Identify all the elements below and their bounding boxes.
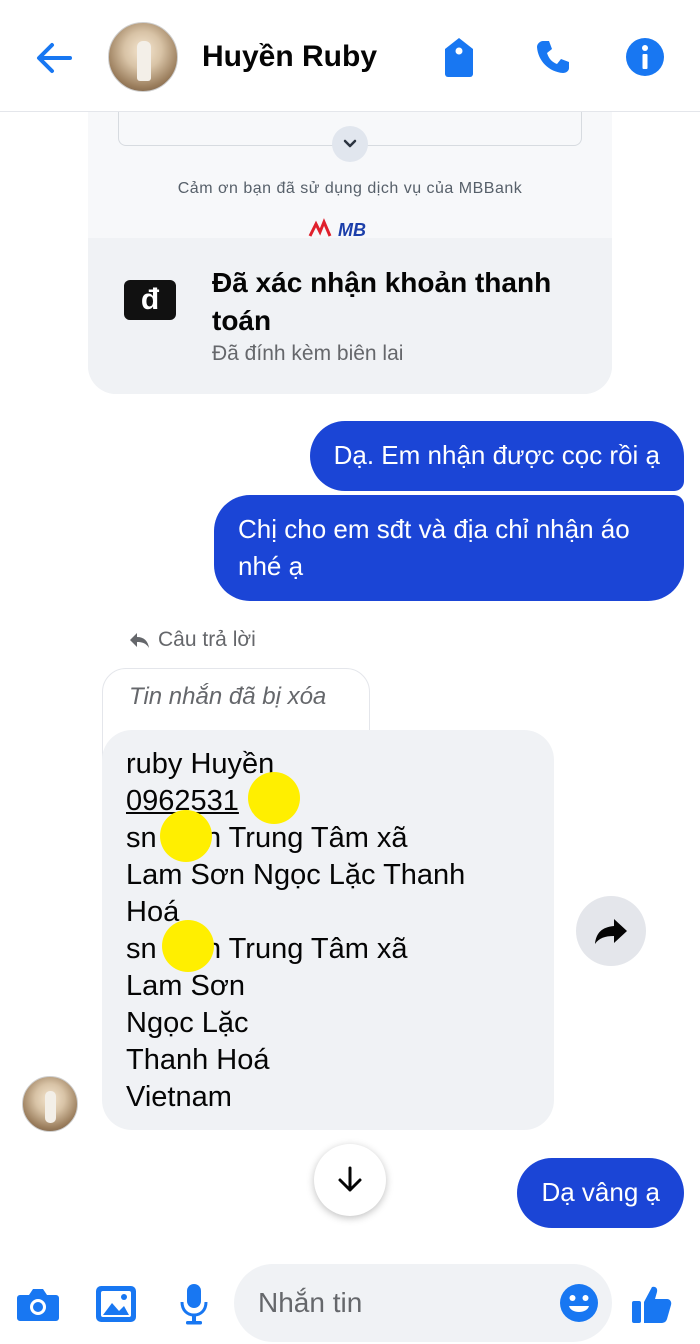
chat-screen: Cảm ơn bạn đã sử dụng dịch vụ của MBBank… — [0, 0, 700, 1344]
emoji-icon — [560, 1284, 598, 1322]
message-line: ruby Huyền — [126, 748, 275, 780]
phone-icon — [537, 41, 569, 73]
tag-button[interactable] — [438, 34, 480, 80]
message-line: Ngọc Lặc — [126, 1007, 249, 1039]
incoming-address-message[interactable]: ruby Huyền 0962531 sn thôn Trung Tâm xã … — [102, 730, 554, 1130]
tag-icon — [445, 38, 473, 77]
forward-icon — [595, 919, 627, 944]
scroll-to-bottom-button[interactable] — [314, 1144, 386, 1216]
back-arrow-icon — [37, 43, 72, 73]
message-line: Thanh Hoá — [126, 1044, 270, 1076]
like-button[interactable] — [628, 1280, 676, 1328]
payment-receipt-card[interactable]: Cảm ơn bạn đã sử dụng dịch vụ của MBBank… — [88, 80, 612, 394]
reply-indicator: Câu trả lời — [128, 628, 256, 652]
forward-button[interactable] — [576, 896, 646, 966]
back-button[interactable] — [30, 36, 78, 80]
camera-icon — [17, 1289, 59, 1321]
chevron-down-icon — [343, 139, 357, 148]
arrow-down-icon — [338, 1166, 362, 1192]
message-line: Lam Sơn — [126, 970, 245, 1002]
currency-dong-icon: đ — [124, 280, 176, 320]
reply-label-text: Câu trả lời — [158, 628, 256, 651]
thumbs-up-icon — [632, 1286, 672, 1323]
message-line: Vietnam — [126, 1081, 232, 1113]
emoji-button[interactable] — [556, 1280, 602, 1326]
redaction-mark — [162, 920, 214, 972]
expand-receipt-button[interactable] — [332, 126, 368, 162]
contact-avatar[interactable] — [108, 22, 178, 92]
voice-message-button[interactable] — [170, 1280, 218, 1328]
contact-name[interactable]: Huyền Ruby — [202, 40, 377, 74]
camera-button[interactable] — [14, 1280, 62, 1328]
receipt-attached-subtitle: Đã đính kèm biên lai — [212, 342, 404, 365]
redaction-mark — [160, 810, 212, 862]
mbbank-logo: MB — [308, 218, 398, 238]
chat-header: Huyền Ruby — [0, 0, 700, 112]
sender-avatar[interactable] — [22, 1076, 78, 1132]
info-icon — [626, 38, 664, 76]
outgoing-message-2[interactable]: Chị cho em sđt và địa chỉ nhận áo nhé ạ — [214, 495, 684, 601]
mic-icon — [180, 1284, 208, 1325]
outgoing-message-3[interactable]: Dạ vâng ạ — [517, 1158, 684, 1228]
payment-confirmed-title: Đã xác nhận khoản thanh toán — [212, 267, 552, 336]
image-icon — [96, 1286, 136, 1322]
outgoing-message-1[interactable]: Dạ. Em nhận được cọc rồi ạ — [309, 421, 684, 491]
reply-icon — [130, 633, 149, 648]
redaction-mark — [248, 772, 300, 824]
receipt-summary: đ Đã xác nhận khoản thanh toán Đã đính k… — [88, 238, 612, 394]
conversation-info-button[interactable] — [622, 34, 668, 80]
gallery-button[interactable] — [92, 1280, 140, 1328]
receipt-thanks-text: Cảm ơn bạn đã sử dụng dịch vụ của MBBank — [177, 180, 523, 197]
message-line: Lam Sơn Ngọc Lặc Thanh — [126, 859, 466, 891]
voice-call-button[interactable] — [530, 34, 576, 80]
